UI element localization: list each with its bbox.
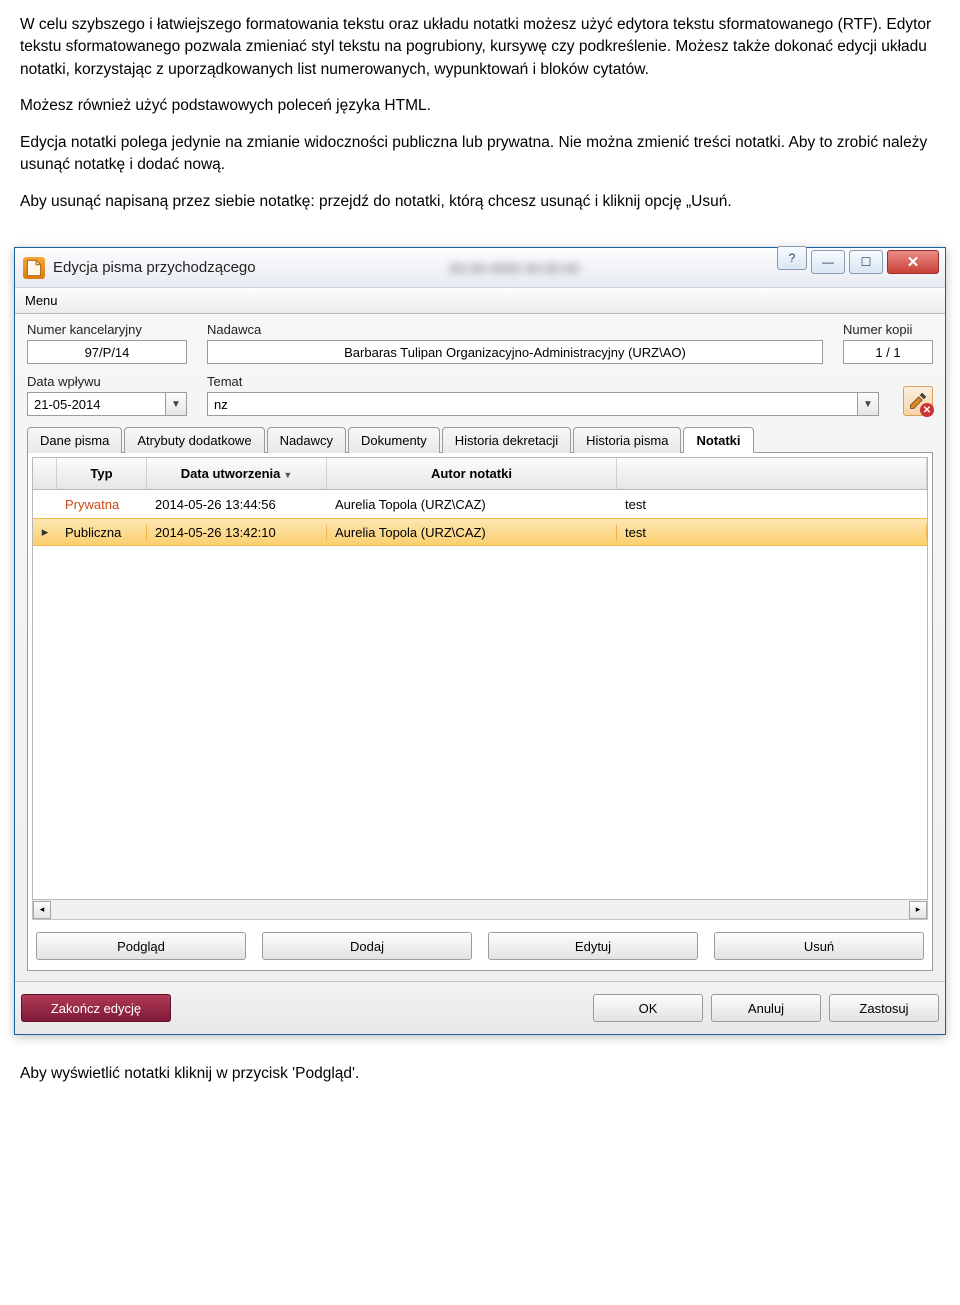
help-button[interactable]: ?	[777, 246, 807, 270]
scroll-left-button[interactable]: ◂	[33, 901, 51, 919]
cell-rest: test	[617, 497, 927, 512]
doc-paragraph: W celu szybszego i łatwiejszego formatow…	[20, 14, 940, 81]
cell-date: 2014-05-26 13:44:56	[147, 497, 327, 512]
input-numer-kancelaryjny[interactable]: 97/P/14	[27, 340, 187, 364]
titlebar: Edycja pisma przychodzącego 00-00-0000 0…	[15, 248, 945, 288]
edit-button[interactable]: Edytuj	[488, 932, 698, 960]
cell-author: Aurelia Topola (URZ\CAZ)	[327, 497, 617, 512]
label-data-wplywu: Data wpływu	[27, 374, 187, 389]
tab-atrybuty-dodatkowe[interactable]: Atrybuty dodatkowe	[124, 427, 264, 453]
add-button[interactable]: Dodaj	[262, 932, 472, 960]
label-numer-kopii: Numer kopii	[843, 322, 933, 337]
cell-rest: test	[617, 525, 927, 540]
edit-letter-window: Edycja pisma przychodzącego 00-00-0000 0…	[14, 247, 946, 1035]
cell-typ: Publiczna	[57, 525, 147, 540]
label-numer-kancelaryjny: Numer kancelaryjny	[27, 322, 187, 337]
doc-paragraph: Możesz również użyć podstawowych poleceń…	[20, 95, 940, 117]
horizontal-scrollbar[interactable]: ◂ ▸	[32, 900, 928, 920]
table-row[interactable]: Prywatna 2014-05-26 13:44:56 Aurelia Top…	[33, 490, 927, 518]
tab-dane-pisma[interactable]: Dane pisma	[27, 427, 122, 453]
apply-button[interactable]: Zastosuj	[829, 994, 939, 1022]
col-autor-notatki[interactable]: Autor notatki	[327, 458, 617, 489]
scroll-right-button[interactable]: ▸	[909, 901, 927, 919]
end-edit-button[interactable]: Zakończ edycję	[21, 994, 171, 1022]
tab-nadawcy[interactable]: Nadawcy	[267, 427, 346, 453]
input-numer-kopii[interactable]: 1 / 1	[843, 340, 933, 364]
doc-paragraph: Edycja notatki polega jedynie na zmianie…	[20, 132, 940, 177]
cancel-button[interactable]: Anuluj	[711, 994, 821, 1022]
tab-notatki[interactable]: Notatki	[683, 427, 753, 453]
col-indicator[interactable]	[33, 458, 57, 489]
app-icon	[23, 257, 45, 279]
cell-typ: Prywatna	[57, 497, 147, 512]
tab-historia-dekretacji[interactable]: Historia dekretacji	[442, 427, 571, 453]
preview-button[interactable]: Podgląd	[36, 932, 246, 960]
temat-dropdown-button[interactable]: ▼	[857, 392, 879, 416]
cell-author: Aurelia Topola (URZ\CAZ)	[327, 525, 617, 540]
input-temat[interactable]: nz	[207, 392, 857, 416]
col-data-utworzenia[interactable]: Data utworzenia▼	[147, 458, 327, 489]
blurred-info: 00-00-0000 00:00:00	[256, 260, 773, 276]
maximize-button[interactable]: ☐	[849, 250, 883, 274]
sort-desc-icon: ▼	[283, 470, 292, 480]
row-indicator-icon: ▸	[33, 524, 57, 540]
doc-paragraph: Aby wyświetlić notatki kliknij w przycis…	[20, 1065, 940, 1083]
tabs: Dane pisma Atrybuty dodatkowe Nadawcy Do…	[27, 426, 933, 453]
notes-grid: Typ Data utworzenia▼ Autor notatki Prywa…	[32, 457, 928, 900]
grid-header: Typ Data utworzenia▼ Autor notatki	[33, 458, 927, 490]
menubar: Menu	[15, 288, 945, 314]
dialog-footer: Zakończ edycję OK Anuluj Zastosuj	[15, 981, 945, 1034]
doc-paragraph: Aby usunąć napisaną przez siebie notatkę…	[20, 191, 940, 213]
table-row[interactable]: ▸ Publiczna 2014-05-26 13:42:10 Aurelia …	[33, 518, 927, 546]
cell-date: 2014-05-26 13:42:10	[147, 525, 327, 540]
input-nadawca[interactable]: Barbaras Tulipan Organizacyjno-Administr…	[207, 340, 823, 364]
col-typ[interactable]: Typ	[57, 458, 147, 489]
close-button[interactable]: ✕	[887, 250, 939, 274]
label-nadawca: Nadawca	[207, 322, 823, 337]
tab-panel-notatki: Typ Data utworzenia▼ Autor notatki Prywa…	[27, 453, 933, 971]
col-rest[interactable]	[617, 458, 927, 489]
delete-button[interactable]: Usuń	[714, 932, 924, 960]
label-temat: Temat	[207, 374, 879, 389]
edit-discard-button[interactable]: ✕	[903, 386, 933, 416]
tab-dokumenty[interactable]: Dokumenty	[348, 427, 440, 453]
ok-button[interactable]: OK	[593, 994, 703, 1022]
x-badge-icon: ✕	[920, 403, 934, 417]
date-dropdown-button[interactable]: ▼	[165, 392, 187, 416]
tab-historia-pisma[interactable]: Historia pisma	[573, 427, 681, 453]
menu-item-menu[interactable]: Menu	[15, 288, 68, 313]
window-title: Edycja pisma przychodzącego	[53, 259, 256, 276]
minimize-button[interactable]: —	[811, 250, 845, 274]
input-data-wplywu[interactable]: 21-05-2014	[27, 392, 165, 416]
